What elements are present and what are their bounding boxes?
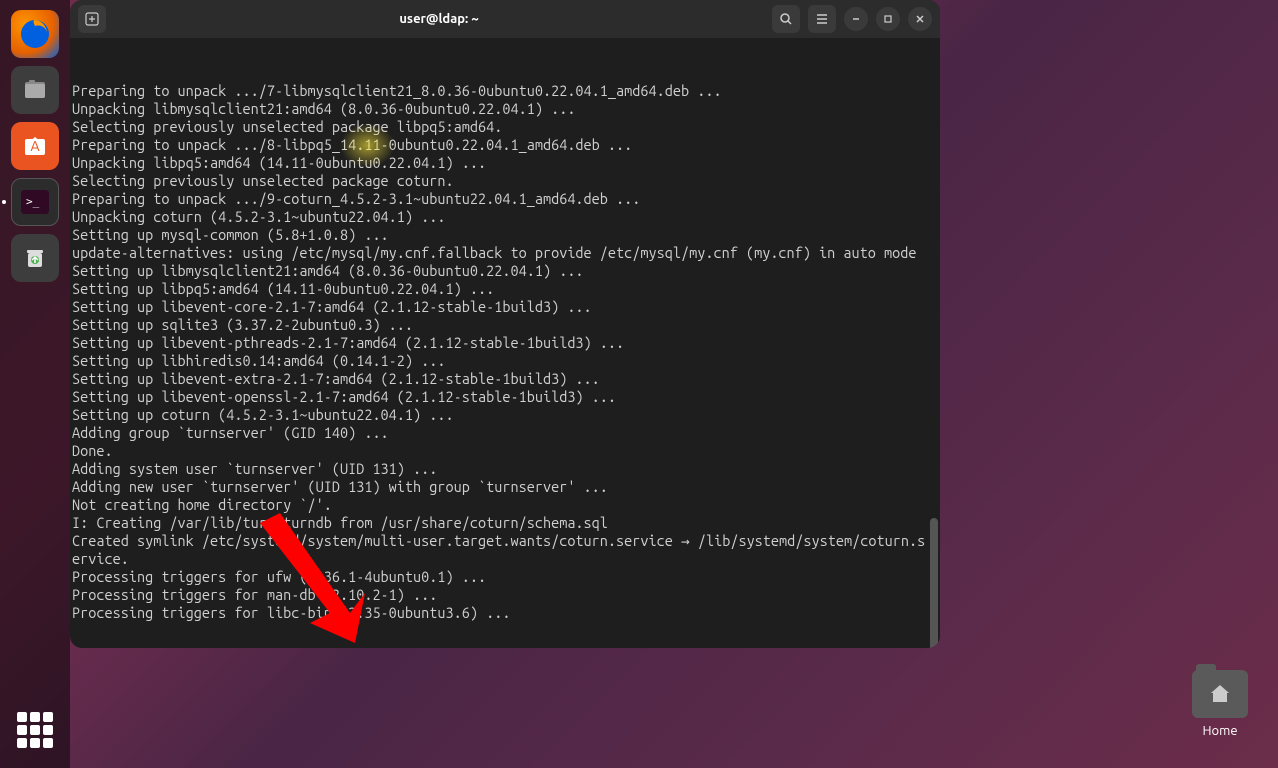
scrollbar[interactable] [930, 518, 938, 648]
titlebar[interactable]: user@ldap: ~ [70, 0, 940, 38]
desktop-home-folder[interactable]: Home [1192, 670, 1248, 738]
terminal-line: Done. [72, 442, 932, 460]
terminal-line: Adding system user `turnserver' (UID 131… [72, 460, 932, 478]
terminal-line: Setting up libhiredis0.14:amd64 (0.14.1-… [72, 352, 932, 370]
minimize-button[interactable] [844, 7, 868, 31]
terminal-line: Not creating home directory `/'. [72, 496, 932, 514]
terminal-line: Setting up libpq5:amd64 (14.11-0ubuntu0.… [72, 280, 932, 298]
terminal-body[interactable]: Preparing to unpack .../7-libmysqlclient… [70, 38, 940, 648]
home-folder-icon [1192, 670, 1248, 718]
maximize-button[interactable] [876, 7, 900, 31]
terminal-line: Unpacking libpq5:amd64 (14.11-0ubuntu0.2… [72, 154, 932, 172]
dock-software-icon[interactable]: A [11, 122, 59, 170]
terminal-line: Preparing to unpack .../9-coturn_4.5.2-3… [72, 190, 932, 208]
home-label: Home [1202, 724, 1237, 738]
terminal-line: Setting up libevent-extra-2.1-7:amd64 (2… [72, 370, 932, 388]
terminal-line: Preparing to unpack .../8-libpq5_14.11-0… [72, 136, 932, 154]
dock-files-icon[interactable] [11, 66, 59, 114]
terminal-line: Selecting previously unselected package … [72, 172, 932, 190]
terminal-line: update-alternatives: using /etc/mysql/my… [72, 244, 932, 262]
new-tab-button[interactable] [78, 5, 106, 33]
terminal-line: Setting up libevent-openssl-2.1-7:amd64 … [72, 388, 932, 406]
terminal-line: Setting up libevent-core-2.1-7:amd64 (2.… [72, 298, 932, 316]
svg-text:>_: >_ [26, 195, 40, 208]
terminal-line: Adding new user `turnserver' (UID 131) w… [72, 478, 932, 496]
terminal-line: Setting up mysql-common (5.8+1.0.8) ... [72, 226, 932, 244]
search-button[interactable] [772, 5, 800, 33]
terminal-line: Created symlink /etc/systemd/system/mult… [72, 532, 932, 568]
menu-button[interactable] [808, 5, 836, 33]
terminal-line: Unpacking coturn (4.5.2-3.1~ubuntu22.04.… [72, 208, 932, 226]
dock: A >_ [0, 0, 70, 768]
terminal-line: Selecting previously unselected package … [72, 118, 932, 136]
terminal-line: Processing triggers for libc-bin (2.35-0… [72, 604, 932, 622]
terminal-window: user@ldap: ~ Preparing to unpack .../7-l… [70, 0, 940, 648]
dock-firefox-icon[interactable] [11, 10, 59, 58]
terminal-line: Setting up libmysqlclient21:amd64 (8.0.3… [72, 262, 932, 280]
terminal-line: Processing triggers for man-db (2.10.2-1… [72, 586, 932, 604]
terminal-line: Adding group `turnserver' (GID 140) ... [72, 424, 932, 442]
terminal-line: Setting up libevent-pthreads-2.1-7:amd64… [72, 334, 932, 352]
dock-apps-icon[interactable] [17, 712, 53, 748]
close-button[interactable] [908, 7, 932, 31]
terminal-line: Processing triggers for ufw (0.36.1-4ubu… [72, 568, 932, 586]
terminal-line: I: Creating /var/lib/turn/turndb from /u… [72, 514, 932, 532]
terminal-line: Setting up coturn (4.5.2-3.1~ubuntu22.04… [72, 406, 932, 424]
terminal-line: Unpacking libmysqlclient21:amd64 (8.0.36… [72, 100, 932, 118]
terminal-line: Setting up sqlite3 (3.37.2-2ubuntu0.3) .… [72, 316, 932, 334]
dock-terminal-icon[interactable]: >_ [11, 178, 59, 226]
dock-trash-icon[interactable] [11, 234, 59, 282]
svg-text:A: A [30, 138, 39, 154]
terminal-line: Preparing to unpack .../7-libmysqlclient… [72, 82, 932, 100]
window-title: user@ldap: ~ [114, 12, 764, 26]
